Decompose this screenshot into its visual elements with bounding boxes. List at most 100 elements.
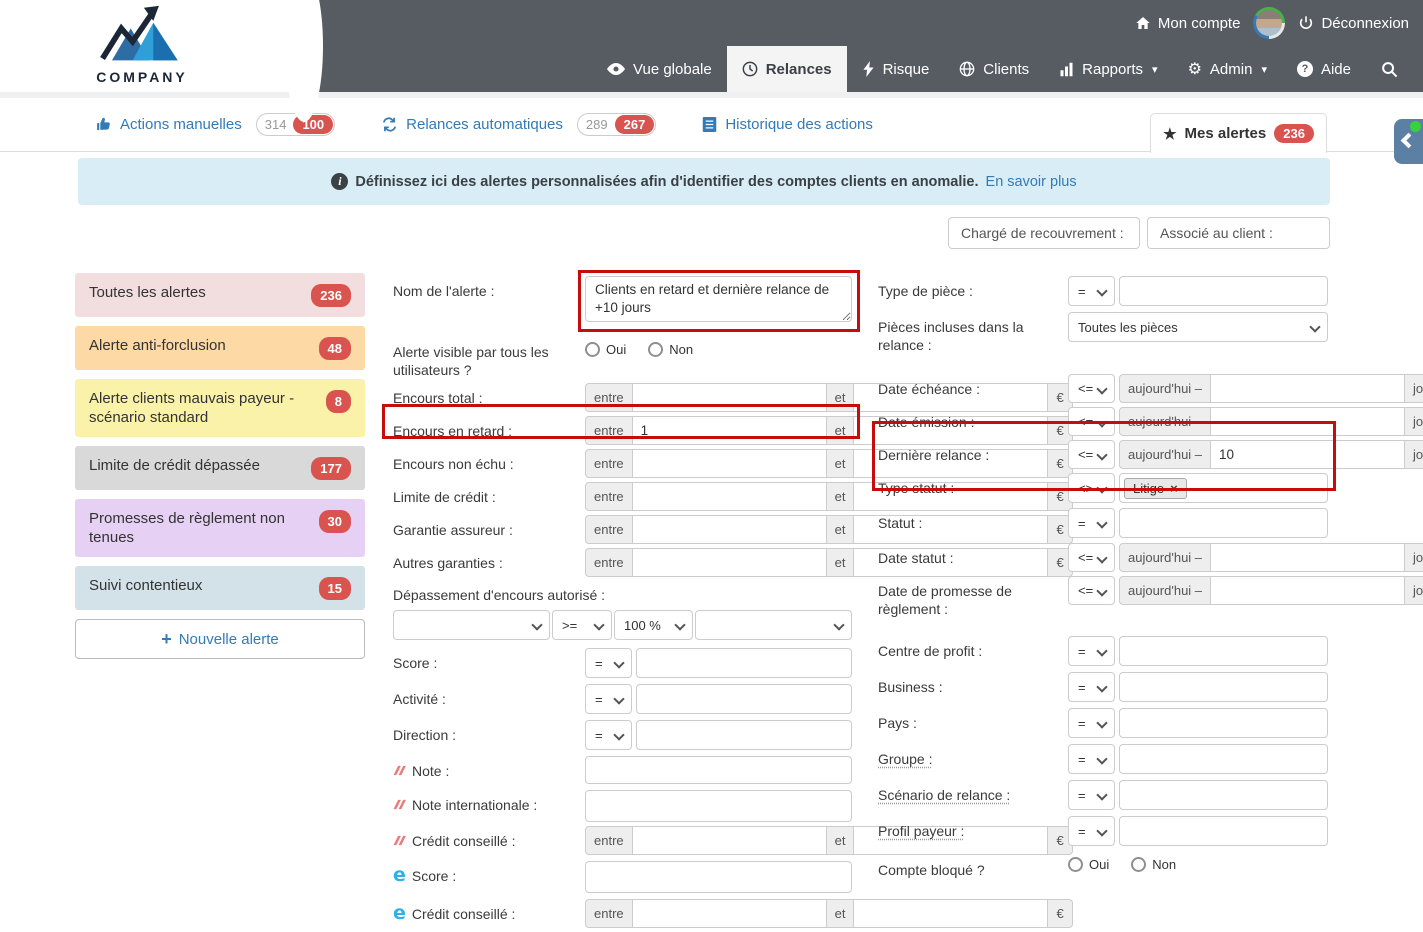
operator-select[interactable]: <= (1068, 440, 1115, 469)
direction-input[interactable] (636, 720, 852, 750)
tab-historique-actions[interactable]: Historique des actions (702, 116, 873, 133)
logout-link[interactable]: Déconnexion (1298, 15, 1409, 32)
days-input[interactable] (1211, 374, 1406, 403)
collector-filter[interactable]: Chargé de recouvrement : (948, 217, 1140, 249)
field-row-type-piece: Type de pièce : = (878, 276, 1328, 306)
scenario-relance-input[interactable] (1119, 780, 1328, 810)
operator-select[interactable]: = (1068, 636, 1115, 666)
sidebar-item-toutes-les-alertes[interactable]: Toutes les alertes 236 (75, 273, 365, 317)
max-input[interactable] (854, 899, 1049, 928)
field-row-score: Score : = (393, 648, 852, 678)
type-piece-input[interactable] (1119, 276, 1328, 306)
depassement-type-select[interactable] (393, 610, 550, 640)
operator-select[interactable]: <= (1068, 407, 1115, 436)
radio-oui[interactable] (585, 342, 600, 357)
info-banner: i Définissez ici des alertes personnalis… (78, 158, 1330, 205)
home-icon (1135, 15, 1151, 31)
min-input[interactable] (632, 548, 827, 577)
alert-name-textarea[interactable]: Clients en retard et dernière relance de… (585, 276, 852, 322)
operator-select[interactable]: <= (1068, 576, 1115, 605)
field-row-pieces-incluses: Pièces incluses dans la relance : Toutes… (878, 312, 1328, 354)
activite-input[interactable] (636, 684, 852, 714)
note-internationale-input[interactable] (585, 790, 852, 822)
depassement-value-select[interactable] (695, 610, 852, 640)
nav-vue-globale[interactable]: Vue globale (592, 46, 727, 92)
sidebar-item-anti-forclusion[interactable]: Alerte anti-forclusion 48 (75, 326, 365, 370)
new-alert-button[interactable]: + Nouvelle alerte (75, 619, 365, 659)
type-statut-field[interactable]: Litige × (1119, 473, 1328, 503)
sidebar-item-mauvais-payeur[interactable]: Alerte clients mauvais payeur - scénario… (75, 379, 365, 437)
operator-select[interactable]: = (1068, 744, 1115, 774)
my-account-link[interactable]: Mon compte (1135, 14, 1241, 32)
note-input[interactable] (585, 756, 852, 784)
mountain-logo-icon (94, 4, 190, 66)
my-account-label: Mon compte (1157, 14, 1241, 32)
pays-input[interactable] (1119, 708, 1328, 738)
groupe-input[interactable] (1119, 744, 1328, 774)
nav-relances[interactable]: Relances (726, 46, 847, 92)
min-input[interactable] (632, 383, 827, 412)
operator-select[interactable]: <> (1068, 473, 1115, 503)
operator-select[interactable]: = (585, 684, 632, 714)
operator-select[interactable]: = (1068, 672, 1115, 702)
days-input[interactable] (1211, 543, 1406, 572)
sidebar-item-promesses[interactable]: Promesses de règlement non tenues 30 (75, 499, 365, 557)
score-input[interactable] (636, 648, 852, 678)
clock-icon (742, 61, 758, 77)
days-input[interactable] (1211, 576, 1406, 605)
min-input[interactable] (632, 482, 827, 511)
min-input[interactable] (632, 515, 827, 544)
depassement-operator-select[interactable]: >= (552, 610, 612, 640)
remove-tag-icon[interactable]: × (1170, 481, 1178, 496)
profil-payeur-input[interactable] (1119, 816, 1328, 846)
radio-non[interactable] (648, 342, 664, 357)
min-input[interactable] (632, 416, 827, 445)
learn-more-link[interactable]: En savoir plus (986, 174, 1077, 190)
sidebar-item-suivi-contentieux[interactable]: Suivi contentieux 15 (75, 566, 365, 610)
nav-rapports[interactable]: Rapports ▾ (1044, 46, 1172, 92)
days-input[interactable] (1211, 440, 1406, 469)
tab-relances-automatiques[interactable]: Relances automatiques 289 267 (381, 113, 657, 136)
operator-select[interactable]: = (1068, 780, 1115, 810)
depassement-percent-select[interactable]: 100 % (614, 610, 693, 640)
operator-select[interactable]: = (1068, 508, 1115, 538)
field-row-groupe: Groupe : = (878, 744, 1328, 774)
field-row-date-emission: Date émission : <= aujourd'hui – jours (878, 407, 1423, 436)
operator-select[interactable]: <= (1068, 374, 1115, 403)
panel-toggle-button[interactable] (1394, 119, 1423, 164)
field-row-depassement: >= 100 % (393, 610, 852, 640)
operator-select[interactable]: = (1068, 708, 1115, 738)
search-icon (1381, 61, 1398, 78)
business-input[interactable] (1119, 672, 1328, 702)
nav-clients[interactable]: Clients (944, 46, 1044, 92)
sidebar-item-limite-credit[interactable]: Limite de crédit dépassée 177 (75, 446, 365, 490)
rating-stripes-icon (393, 835, 406, 846)
pieces-incluses-select[interactable]: Toutes les pièces (1068, 312, 1328, 342)
statut-input[interactable] (1119, 508, 1328, 538)
client-filter[interactable]: Associé au client : (1147, 217, 1330, 249)
radio-non[interactable] (1131, 857, 1147, 872)
tab-mes-alertes[interactable]: ★ Mes alertes 236 (1150, 113, 1327, 153)
search-button[interactable] (1366, 46, 1413, 92)
operator-select[interactable]: = (585, 720, 632, 750)
nav-admin[interactable]: ⚙ Admin ▾ (1173, 46, 1282, 92)
days-input[interactable] (1211, 407, 1406, 436)
radio-oui[interactable] (1068, 857, 1083, 872)
min-input[interactable] (632, 899, 827, 928)
centre-profit-input[interactable] (1119, 636, 1328, 666)
nav-risque[interactable]: Risque (847, 46, 945, 92)
operator-select[interactable]: = (1068, 816, 1115, 846)
operator-select[interactable]: = (585, 648, 632, 678)
info-icon: i (331, 173, 349, 190)
help-icon: ? (1296, 61, 1313, 77)
company-logo[interactable]: COMPANY (92, 4, 192, 85)
score-e-input[interactable] (585, 861, 852, 893)
min-input[interactable] (632, 826, 827, 855)
nav-aide[interactable]: ? Aide (1282, 46, 1366, 92)
avatar[interactable] (1253, 7, 1286, 39)
operator-select[interactable]: <= (1068, 543, 1115, 572)
operator-select[interactable]: = (1068, 276, 1115, 306)
rating-stripes-icon (393, 765, 406, 776)
min-input[interactable] (632, 449, 827, 478)
alerts-count-badge: 236 (1274, 124, 1314, 143)
